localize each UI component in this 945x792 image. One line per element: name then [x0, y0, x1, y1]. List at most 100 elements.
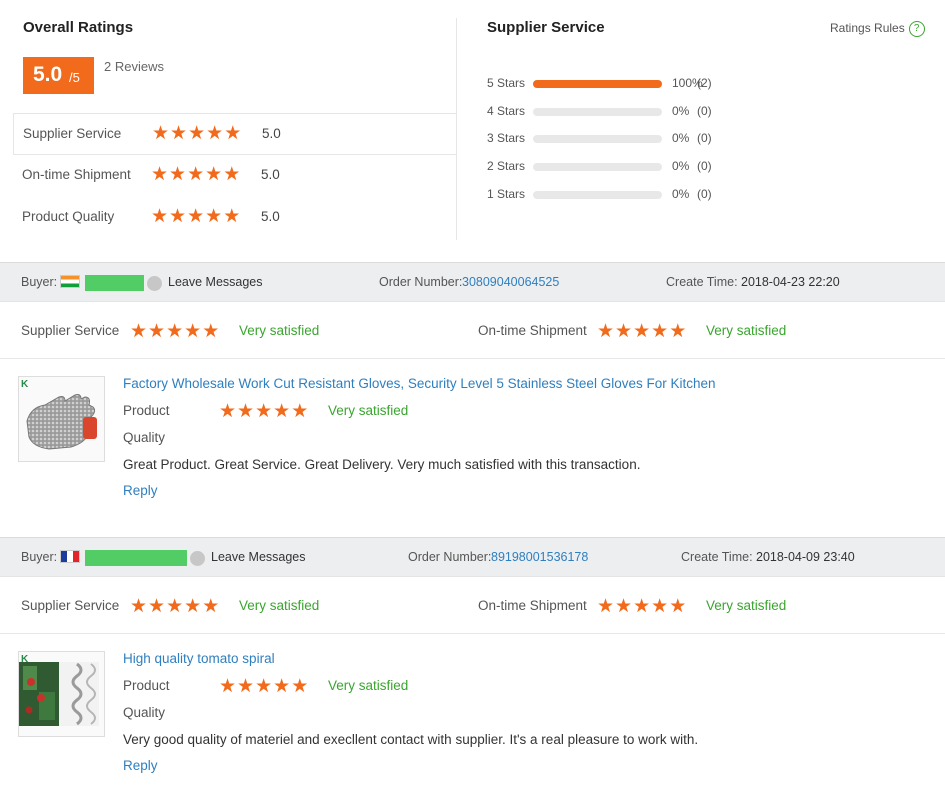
star-rating: ★★★★★ — [597, 322, 687, 341]
distribution-bar — [533, 191, 662, 199]
star-icon: ★ — [205, 163, 223, 185]
star-icon: ★ — [169, 163, 187, 185]
leave-messages-link[interactable]: Leave Messages — [211, 550, 306, 564]
distribution-row-4-stars: 4 Stars 0% (0) — [487, 104, 747, 120]
buyer-name-redacted — [85, 550, 187, 566]
product-satisfaction: Very satisfied — [328, 403, 409, 418]
order-number-link[interactable]: 30809040064525 — [462, 275, 559, 289]
star-rating: ★★★★★ — [152, 124, 242, 144]
reply-link[interactable]: Reply — [123, 758, 158, 773]
reply-link[interactable]: Reply — [123, 483, 158, 498]
create-time-value: 2018-04-09 23:40 — [756, 550, 855, 564]
create-time-value: 2018-04-23 22:20 — [741, 275, 840, 289]
product-label: Product — [123, 678, 170, 693]
ratings-rules-label: Ratings Rules — [830, 21, 905, 36]
message-icon[interactable] — [190, 551, 205, 566]
star-icon: ★ — [205, 205, 223, 227]
rating-label: Product Quality — [22, 209, 115, 224]
leave-messages-link[interactable]: Leave Messages — [168, 275, 263, 289]
product-label: Product — [123, 403, 170, 418]
glove-image — [26, 394, 97, 450]
supplier-service-title: Supplier Service — [487, 19, 605, 36]
star-icon: ★ — [151, 163, 169, 185]
star-icon: ★ — [651, 595, 669, 617]
distribution-percent: 0% — [672, 187, 690, 201]
star-icon: ★ — [223, 205, 241, 227]
message-icon[interactable] — [147, 276, 162, 291]
ratings-rules-link[interactable]: Ratings Rules? — [830, 21, 925, 37]
star-icon: ★ — [273, 675, 291, 697]
star-icon: ★ — [669, 320, 687, 342]
india-flag-icon — [60, 275, 80, 288]
rating-row-product-quality: Product Quality ★★★★★ 5.0 — [13, 197, 457, 239]
brand-mark-icon: K — [21, 654, 29, 665]
star-icon: ★ — [651, 320, 669, 342]
distribution-label: 5 Stars — [487, 76, 526, 90]
product-title-link[interactable]: High quality tomato spiral — [123, 651, 275, 666]
distribution-count: (0) — [697, 187, 712, 201]
star-icon: ★ — [291, 400, 309, 422]
star-icon: ★ — [615, 320, 633, 342]
supplier-service-label: Supplier Service — [21, 598, 120, 613]
review-buyer-bar: Buyer: Leave Messages Order Number: 3080… — [0, 262, 945, 302]
star-icon: ★ — [130, 320, 148, 342]
star-icon: ★ — [597, 320, 615, 342]
star-icon: ★ — [669, 595, 687, 617]
overall-score-max: /5 — [69, 70, 80, 85]
star-icon: ★ — [166, 595, 184, 617]
distribution-count: (0) — [697, 159, 712, 173]
star-icon: ★ — [166, 320, 184, 342]
star-icon: ★ — [188, 122, 206, 144]
distribution-percent: 0% — [672, 131, 690, 145]
star-icon: ★ — [202, 320, 220, 342]
question-circle-icon[interactable]: ? — [908, 21, 925, 37]
buyer-label: Buyer: — [21, 550, 58, 564]
star-icon: ★ — [151, 205, 169, 227]
shipment-satisfaction: Very satisfied — [706, 323, 787, 338]
distribution-count: (2) — [697, 76, 712, 90]
buyer-name-redacted — [85, 275, 144, 291]
create-time-label: Create Time: — [666, 275, 738, 289]
distribution-bar — [533, 163, 662, 171]
star-icon: ★ — [237, 675, 255, 697]
review-product-section: K Factory Wholesale Work Cut Resistant G… — [0, 360, 945, 522]
star-icon: ★ — [255, 400, 273, 422]
star-icon: ★ — [237, 400, 255, 422]
star-icon: ★ — [615, 595, 633, 617]
star-icon: ★ — [169, 205, 187, 227]
distribution-count: (0) — [697, 131, 712, 145]
steel-glove-thumbnail[interactable]: K — [18, 376, 105, 462]
on-time-shipment-label: On-time Shipment — [478, 598, 587, 613]
distribution-label: 4 Stars — [487, 104, 526, 118]
order-number-link[interactable]: 89198001536178 — [491, 550, 588, 564]
star-icon: ★ — [187, 163, 205, 185]
overall-score-badge: 5.0 /5 — [23, 57, 94, 94]
on-time-shipment-label: On-time Shipment — [478, 323, 587, 338]
review-product-section: K High quality tomato spiral Product ★★★… — [0, 635, 945, 792]
distribution-row-1-stars: 1 Stars 0% (0) — [487, 187, 747, 203]
tomato-spiral-thumbnail[interactable]: K — [18, 651, 105, 737]
distribution-bar-fill — [533, 80, 662, 88]
star-icon: ★ — [148, 595, 166, 617]
star-rating: ★★★★★ — [219, 677, 309, 696]
star-icon: ★ — [597, 595, 615, 617]
star-icon: ★ — [633, 595, 651, 617]
rating-value: 5.0 — [262, 126, 281, 141]
star-icon: ★ — [170, 122, 188, 144]
distribution-count: (0) — [697, 104, 712, 118]
star-icon: ★ — [184, 320, 202, 342]
product-title-link[interactable]: Factory Wholesale Work Cut Resistant Glo… — [123, 376, 716, 391]
star-rating: ★★★★★ — [130, 322, 220, 341]
star-icon: ★ — [224, 122, 242, 144]
review-comment: Great Product. Great Service. Great Deli… — [123, 457, 641, 472]
distribution-label: 1 Stars — [487, 187, 526, 201]
section-divider — [456, 18, 457, 240]
star-icon: ★ — [219, 400, 237, 422]
rating-label: Supplier Service — [23, 126, 122, 141]
star-rating: ★★★★★ — [130, 597, 220, 616]
shipment-satisfaction: Very satisfied — [706, 598, 787, 613]
supplier-service-label: Supplier Service — [21, 323, 120, 338]
distribution-bar — [533, 108, 662, 116]
distribution-percent: 0% — [672, 159, 690, 173]
star-rating: ★★★★★ — [151, 165, 241, 185]
